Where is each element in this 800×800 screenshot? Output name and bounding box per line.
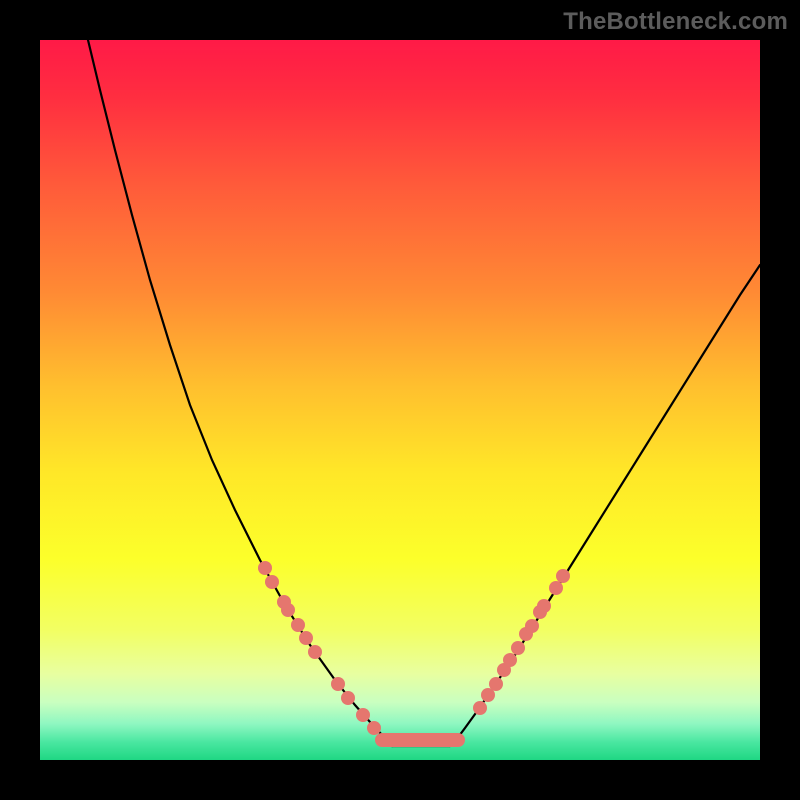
highlight-dot [503,653,517,667]
highlight-dot [291,618,305,632]
highlight-dot [308,645,322,659]
highlight-dot [537,599,551,613]
highlight-dots [258,561,570,735]
highlight-dot [299,631,313,645]
plot-area [40,40,760,760]
highlight-dot [265,575,279,589]
highlight-dot [489,677,503,691]
highlight-dot [281,603,295,617]
curve-layer [40,40,760,760]
left-curve [88,40,392,746]
highlight-dot [356,708,370,722]
right-curve [450,265,760,746]
highlight-dot [511,641,525,655]
highlight-dot [331,677,345,691]
highlight-dot [556,569,570,583]
highlight-dot [367,721,381,735]
highlight-dot [341,691,355,705]
highlight-dot [525,619,539,633]
watermark-text: TheBottleneck.com [563,8,788,36]
chart-frame: TheBottleneck.com [0,0,800,800]
highlight-dot [549,581,563,595]
highlight-dot [473,701,487,715]
highlight-dot [258,561,272,575]
